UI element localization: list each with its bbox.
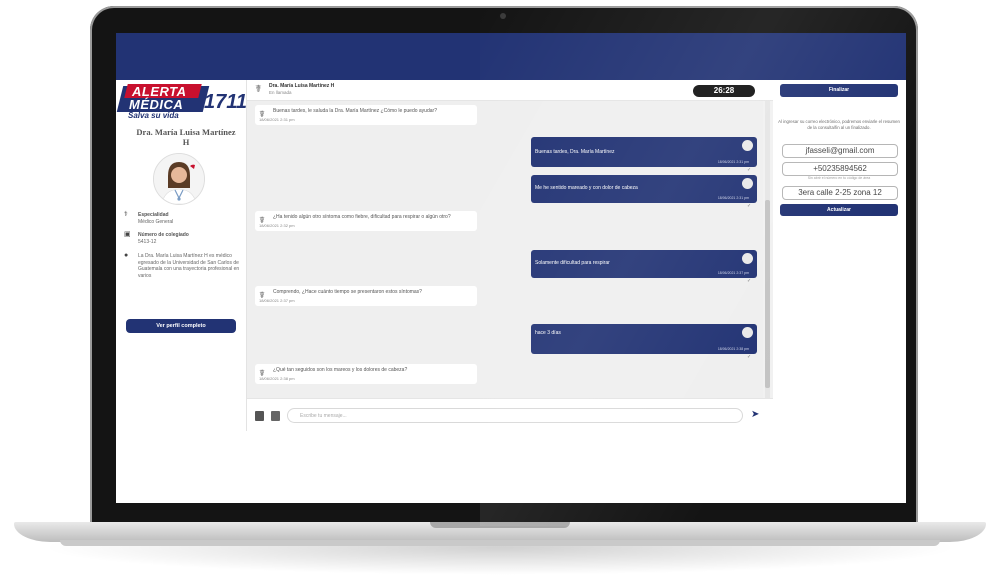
top-navigation-bar [116,33,906,80]
update-button[interactable]: Actualizar [780,204,898,216]
user-avatar-icon [742,140,753,151]
email-note: Al ingresar su correo electrónico, podre… [778,119,900,130]
stethoscope-icon: ⚕ [124,211,128,218]
message-time: 18/06/2021 2:31 pm [717,160,749,164]
logo-line-2: MÉDICA [129,97,184,112]
chat-doctor-name: Dra. María Luisa Martínez H [269,83,335,89]
message-time: 18/06/2021 2:31 pm [717,196,749,200]
message-time: 18/06/2021 2:37 pm [259,298,295,303]
call-timer: 26:28 [693,85,755,97]
message-list[interactable]: ☤ Buenas tardes, le saluda la Dra. María… [247,101,763,398]
phone-hint: Sin abrir el número en tu código de área [807,176,871,180]
license-value: 5413-12 [138,238,157,245]
user-avatar-icon [742,327,753,338]
message-composer: Escribe tu mensaje... ➤ [247,398,773,432]
specialty-value: Médico General [138,218,174,225]
message-incoming: ☤ ¿Qué tan seguidos son los mareos y los… [255,364,477,384]
message-outgoing: Buenas tardes, Dra. María Martínez 18/06… [531,137,757,167]
message-time: 18/06/2021 2:31 pm [259,117,295,122]
phone-field[interactable]: +50235894562 [782,162,898,176]
info-icon: ● [124,252,129,259]
message-time: 18/06/2021 2:32 pm [259,223,295,228]
alerta-medica-logo: ALERTA MÉDICA 1711 Salva su vida [116,84,248,122]
webcam [500,13,506,19]
chat-scrollbar-thumb[interactable] [765,200,770,388]
message-outgoing: hace 3 días 18/06/2021 2:38 pm [531,324,757,354]
doctor-avatar-icon: ☤ [259,368,266,378]
view-full-profile-button[interactable]: Ver perfil completo [126,319,236,333]
doctor-photo [153,153,205,205]
doctor-avatar-icon: ☤ [255,84,262,95]
email-field[interactable]: jfasseli@gmail.com [782,144,898,158]
doctor-name: Dra. María Luisa Martínez H [136,127,236,147]
logo-tagline: Salva su vida [128,111,179,120]
attach-file-icon[interactable] [255,411,264,421]
chat-panel: ☤ Dra. María Luisa Martínez H En llamada… [246,80,773,432]
read-check-icon: ✓ [747,167,752,173]
user-avatar-icon [742,253,753,264]
doctor-avatar-icon: ☤ [259,290,266,300]
read-check-icon: ✓ [747,278,752,284]
patient-contact-panel: Finalizar Al ingresar su correo electrón… [772,80,906,503]
message-time: 18/06/2021 2:38 pm [259,376,295,381]
consultation-app: ALERTA MÉDICA 1711 Salva su vida Dra. Ma… [116,80,906,503]
chat-status: En llamada [269,90,292,95]
message-outgoing: Me he sentido mareado y con dolor de cab… [531,175,757,203]
screen: ALERTA MÉDICA 1711 Salva su vida Dra. Ma… [116,33,906,503]
read-check-icon: ✓ [747,354,752,360]
send-icon[interactable]: ➤ [751,409,763,421]
message-incoming: ☤ ¿Ha tenido algún otro síntoma como fie… [255,211,477,231]
doctor-avatar-icon: ☤ [259,109,266,119]
doctor-profile-panel: ALERTA MÉDICA 1711 Salva su vida Dra. Ma… [116,80,248,503]
message-time: 18/06/2021 2:38 pm [717,347,749,351]
message-incoming: ☤ Buenas tardes, le saluda la Dra. María… [255,105,477,125]
finish-button[interactable]: Finalizar [780,84,898,97]
laptop-base-bottom [60,540,940,546]
address-field[interactable]: 3era calle 2-25 zona 12 [782,186,898,200]
message-incoming: ☤ Comprendo, ¿Hace cuánto tiempo se pres… [255,286,477,306]
doctor-avatar-icon: ☤ [259,215,266,225]
chat-header: ☤ Dra. María Luisa Martínez H En llamada… [247,80,773,101]
attach-image-icon[interactable] [271,411,280,421]
user-avatar-icon [742,178,753,189]
message-time: 18/06/2021 2:37 pm [717,271,749,275]
read-check-icon: ✓ [747,203,752,209]
logo-number: 1711 [204,91,248,113]
doctor-avatar-icon [154,154,204,204]
message-input[interactable]: Escribe tu mensaje... [287,408,743,423]
message-outgoing: Solamente dificultad para respirar 18/06… [531,250,757,278]
doctor-bio: La Dra. María Luisa Martínez H es médico… [138,253,240,279]
laptop-notch [430,522,570,528]
id-card-icon: ▣ [124,231,131,238]
